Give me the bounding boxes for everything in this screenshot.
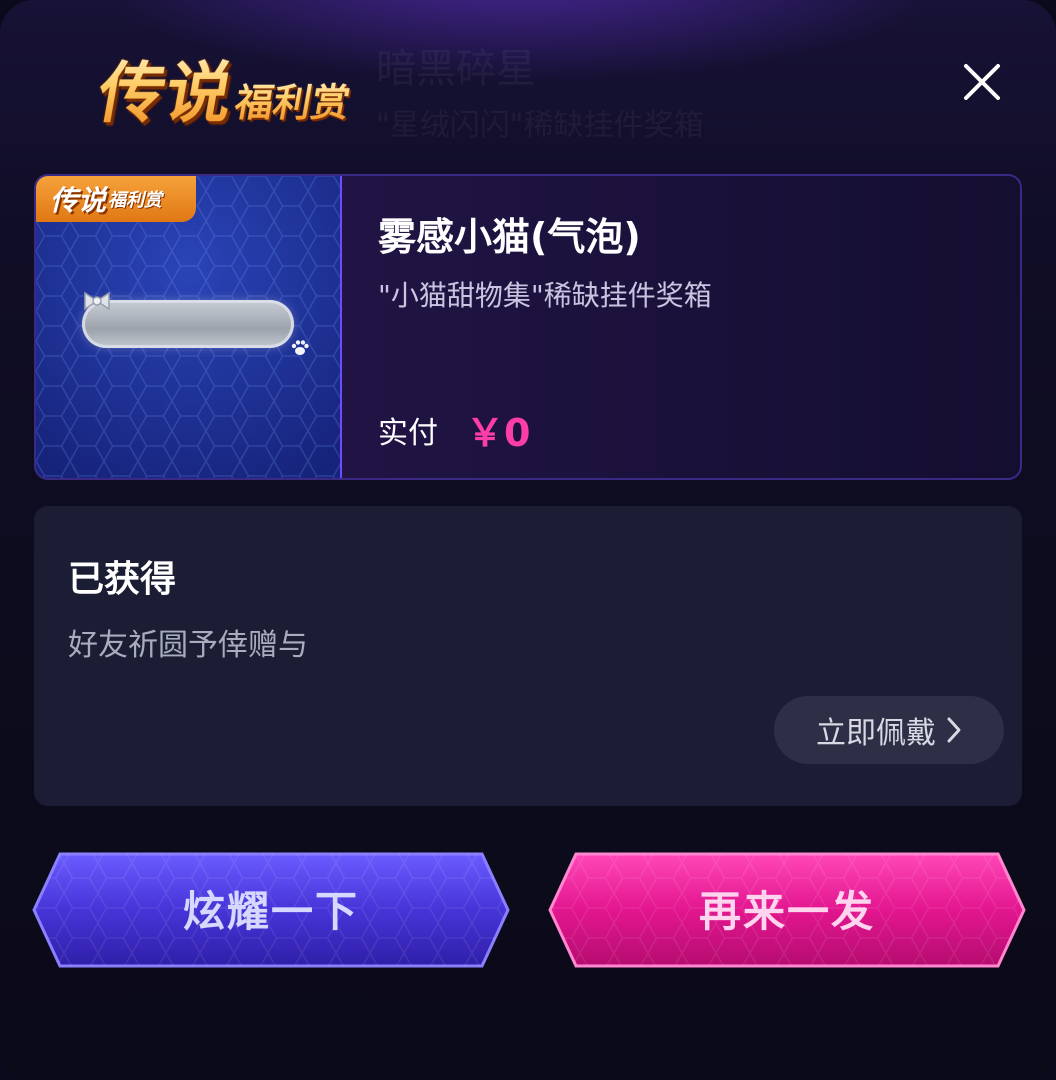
prize-source: "小猫甜物集"稀缺挂件奖箱 [378, 279, 712, 312]
bubble-frame-icon [82, 300, 294, 348]
bow-icon [84, 291, 110, 311]
paw-icon [291, 340, 309, 355]
close-icon [964, 64, 1000, 100]
pay-label: 实付 [378, 416, 438, 451]
logo-small-text: 福利赏 [231, 72, 355, 127]
acquired-panel: 已获得 好友祈圆予倖赠与 立即佩戴 [34, 506, 1022, 806]
pay-amount: ￥0 [466, 411, 531, 455]
wear-now-button[interactable]: 立即佩戴 [774, 696, 1004, 764]
prize-name: 雾感小猫(气泡) [378, 215, 641, 259]
background-title-ghost: 暗黑碎星 [376, 46, 536, 92]
legend-bonus-logo: 传说 福利赏 [92, 40, 361, 136]
show-off-button[interactable]: 炫耀一下 [30, 848, 512, 972]
acquired-description: 好友祈圆予倖赠与 [68, 628, 308, 663]
chevron-right-icon [947, 717, 961, 743]
prize-thumbnail: 传说 福利赏 [36, 176, 342, 478]
logo-big-text: 传说 [92, 40, 243, 136]
wear-now-label: 立即佩戴 [816, 716, 936, 751]
show-off-label: 炫耀一下 [182, 887, 359, 936]
legend-tag: 传说 福利赏 [36, 176, 196, 222]
close-button[interactable] [958, 58, 1006, 106]
tag-big-text: 传说 [50, 184, 107, 217]
tag-small-text: 福利赏 [108, 190, 163, 211]
acquired-title: 已获得 [68, 559, 177, 600]
prize-card: 传说 福利赏 雾感小猫(气泡) "小猫甜物集"稀缺挂件奖箱 实付 ￥0 [34, 174, 1022, 480]
background-subtitle-ghost: "星绒闪闪"稀缺挂件奖箱 [376, 108, 704, 143]
draw-again-label: 再来一发 [698, 887, 875, 936]
prize-dialog: 暗黑碎星 "星绒闪闪"稀缺挂件奖箱 传说 福利赏 传说 福利赏 雾感小猫(气泡)… [0, 0, 1056, 1080]
draw-again-button[interactable]: 再来一发 [546, 848, 1028, 972]
